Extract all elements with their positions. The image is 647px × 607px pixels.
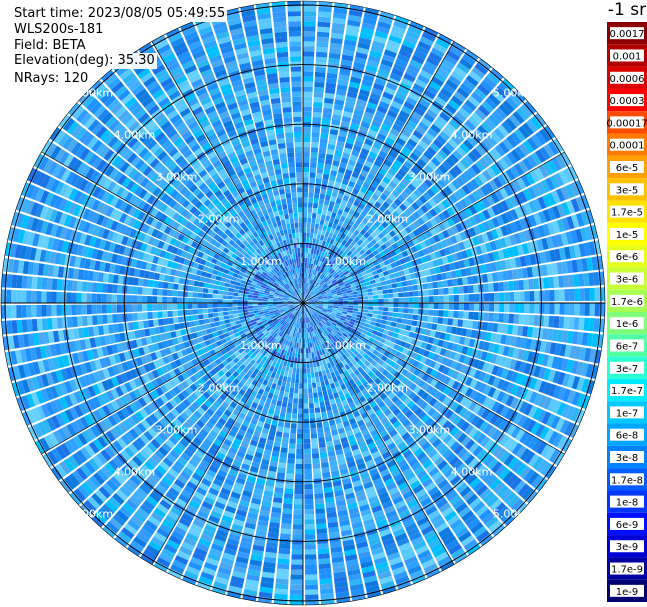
colorbar-label: 1.7e-8: [611, 475, 643, 486]
range-ring-label: 2.00km: [366, 381, 408, 394]
range-ring-label: 2.00km: [198, 381, 240, 394]
range-ring-label: 4.00km: [451, 128, 493, 141]
colorbar-label: 1.7e-9: [611, 565, 643, 576]
colorbar: -1 sr 0.0017 0.001 0.0006 0.0003 0.00017 0.00…: [607, 0, 647, 602]
colorbar-label: 3e-5: [616, 185, 639, 196]
colorbar-label: 1.7e-6: [611, 297, 643, 308]
range-ring-label: 3.00km: [156, 171, 198, 184]
range-ring-label: 1.00km: [324, 339, 366, 352]
range-ring-label: 1.00km: [324, 255, 366, 268]
colorbar-label: 1e-8: [616, 498, 639, 509]
colorbar-label: 6e-6: [616, 252, 639, 263]
range-ring-label: 1.00km: [240, 339, 282, 352]
colorbar-label: 3e-6: [616, 275, 639, 286]
range-ring-label: 4.00km: [114, 466, 156, 479]
start-time-label: Start time: 2023/08/05 05:49:55: [12, 6, 228, 22]
range-ring-label: 1.00km: [240, 255, 282, 268]
range-ring-label: 5.00km: [71, 508, 113, 521]
range-ring-label: 5.00km: [493, 86, 535, 99]
colorbar-title: -1 sr: [608, 0, 646, 20]
range-ring-label: 2.00km: [366, 213, 408, 226]
nrays-label: NRays: 120: [12, 71, 91, 87]
colorbar-label: 6e-7: [616, 341, 639, 352]
colorbar-label: 6e-8: [616, 431, 639, 442]
colorbar-label: 3e-8: [616, 453, 639, 464]
colorbar-label: 1.7e-7: [611, 386, 643, 397]
range-ring-label: 3.00km: [409, 423, 451, 436]
instrument-label: WLS200s-181: [12, 22, 106, 38]
elevation-label: Elevation(deg): 35.30: [12, 53, 157, 69]
colorbar-label: 0.0017: [610, 29, 645, 40]
colorbar-label: 0.0006: [610, 74, 645, 85]
colorbar-label: 0.0003: [610, 96, 645, 107]
range-ring-label: 4.00km: [114, 128, 156, 141]
colorbar-label: 1e-6: [616, 319, 639, 330]
range-ring-label: 5.00km: [493, 508, 535, 521]
colorbar-label: 3e-7: [616, 364, 639, 375]
colorbar-label: 0.00017: [607, 118, 647, 129]
range-ring-label: 4.00km: [451, 466, 493, 479]
colorbar-label: 1e-7: [616, 408, 639, 419]
colorbar-label: 6e-9: [616, 520, 639, 531]
colorbar-label: 0.001: [613, 51, 642, 62]
colorbar-label: 3e-9: [616, 542, 639, 553]
ppi-plot: 1.00km 1.00km 1.00km 1.00km 2.00km 2.00km 2.00…: [0, 0, 606, 606]
field-label: Field: BETA: [12, 38, 88, 54]
colorbar-label: 6e-5: [616, 163, 639, 174]
range-ring-label: 3.00km: [409, 171, 451, 184]
colorbar-label: 0.0001: [610, 141, 645, 152]
colorbar-label: 1e-9: [616, 587, 639, 598]
colorbar-label: 1.7e-5: [611, 208, 643, 219]
range-ring-label: 2.00km: [198, 213, 240, 226]
range-ring-label: 3.00km: [156, 423, 198, 436]
colorbar-label: 1e-5: [616, 230, 639, 241]
range-ring-label: 5.00km: [71, 86, 113, 99]
